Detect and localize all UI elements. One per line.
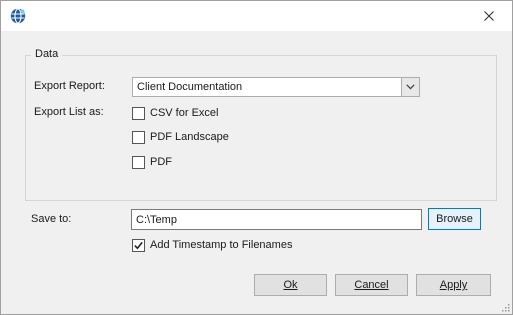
export-list-label: Export List as: <box>34 106 104 118</box>
apply-button[interactable]: Apply <box>416 274 491 296</box>
pdf-landscape-option[interactable]: PDF Landscape <box>132 129 229 145</box>
resize-grip-icon[interactable] <box>500 302 510 312</box>
export-dialog: Data Export Report: Client Documentation… <box>0 0 513 315</box>
pdf-checkbox[interactable] <box>132 155 145 169</box>
csv-for-excel-option[interactable]: CSV for Excel <box>132 105 218 121</box>
close-button[interactable] <box>467 3 511 29</box>
pdf-label: PDF <box>150 156 172 168</box>
ok-button[interactable]: Ok <box>254 274 327 296</box>
title-bar[interactable] <box>1 1 512 31</box>
save-path-field[interactable] <box>131 209 422 230</box>
save-path-input[interactable] <box>132 210 421 229</box>
csv-for-excel-label: CSV for Excel <box>150 107 219 119</box>
data-group-title: Data <box>31 48 63 60</box>
timestamp-label: Add Timestamp to Filenames <box>150 239 293 251</box>
timestamp-checkbox[interactable] <box>132 238 145 252</box>
browse-button[interactable]: Browse <box>428 208 481 230</box>
checkmark-icon <box>134 241 143 249</box>
pdf-option[interactable]: PDF <box>132 154 172 170</box>
cancel-button[interactable]: Cancel <box>335 274 408 296</box>
globe-app-icon <box>10 8 26 24</box>
pdf-landscape-label: PDF Landscape <box>150 131 229 143</box>
browse-button-label: Browse <box>436 213 473 225</box>
export-report-dropdown[interactable]: Client Documentation <box>132 77 420 97</box>
ok-button-label: Ok <box>283 279 298 291</box>
export-report-value: Client Documentation <box>137 81 243 93</box>
close-x-icon <box>484 11 494 21</box>
pdf-landscape-checkbox[interactable] <box>132 130 145 144</box>
cancel-button-label: Cancel <box>354 279 389 291</box>
chevron-down-icon <box>406 84 415 90</box>
timestamp-option[interactable]: Add Timestamp to Filenames <box>132 237 292 253</box>
csv-for-excel-checkbox[interactable] <box>132 106 145 120</box>
save-to-label: Save to: <box>31 213 72 225</box>
apply-button-label: Apply <box>439 279 468 291</box>
export-report-label: Export Report: <box>34 80 105 92</box>
dropdown-button[interactable] <box>401 78 419 96</box>
